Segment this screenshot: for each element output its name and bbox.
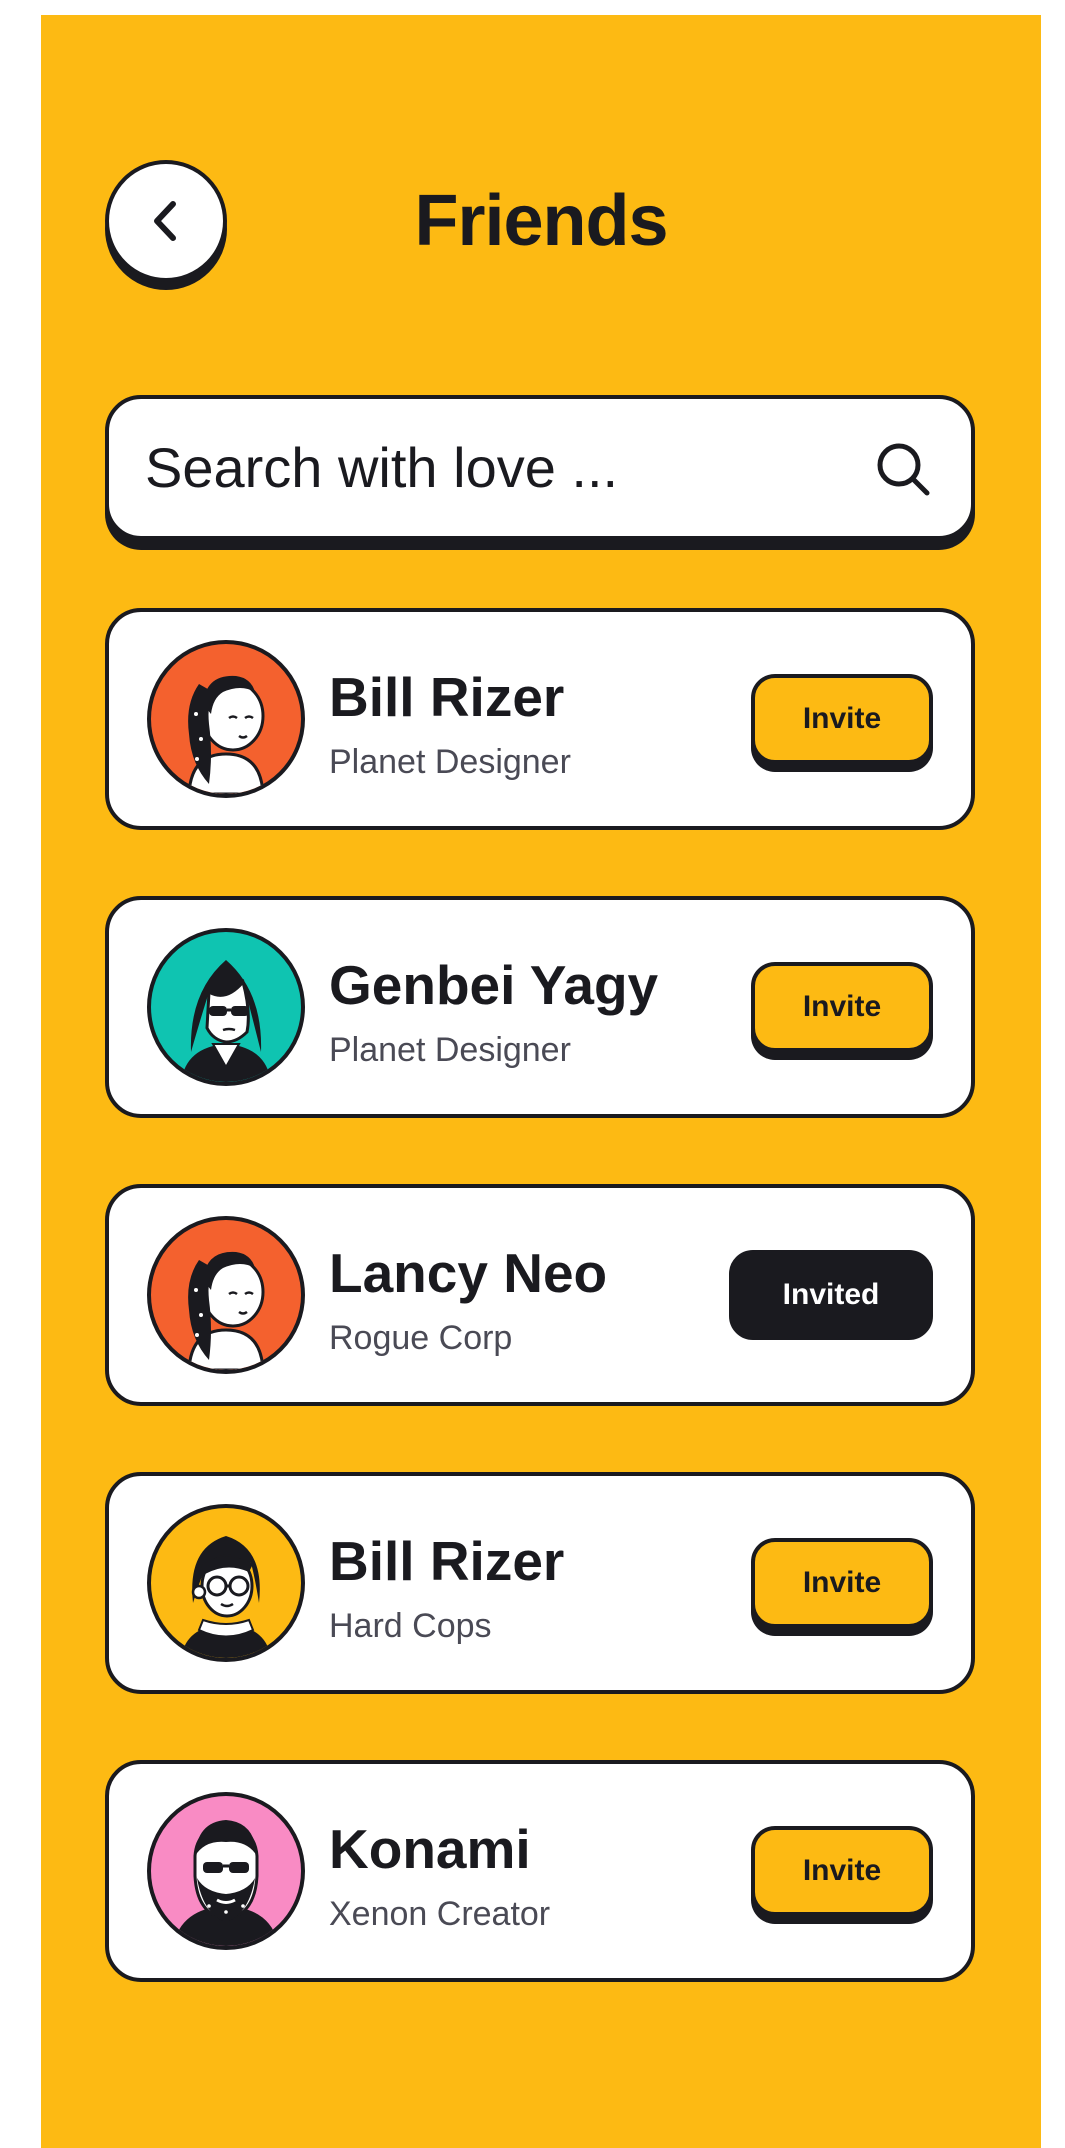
woman-sunglasses-avatar xyxy=(147,928,305,1086)
invite-button[interactable]: Invite xyxy=(751,1538,933,1628)
friend-name: Genbei Yagy xyxy=(329,954,659,1016)
friend-name: Konami xyxy=(329,1818,531,1880)
page-title: Friends xyxy=(414,181,668,261)
friend-card: Lancy Neo Rogue Corp Invited xyxy=(105,1184,975,1406)
friend-role: Xenon Creator xyxy=(329,1895,551,1933)
woman-ponytail-avatar xyxy=(147,1216,305,1374)
search-input[interactable] xyxy=(145,399,845,536)
friend-role: Planet Designer xyxy=(329,1031,571,1069)
friend-role: Hard Cops xyxy=(329,1607,492,1645)
friends-screen: Friends Bill Rizer Planet Designer Invit… xyxy=(41,15,1041,2148)
friend-card: Konami Xenon Creator Invite xyxy=(105,1760,975,1982)
woman-ponytail-avatar xyxy=(147,640,305,798)
invited-button[interactable]: Invited xyxy=(729,1250,933,1340)
woman-glasses-avatar xyxy=(147,1504,305,1662)
friend-card: Genbei Yagy Planet Designer Invite xyxy=(105,896,975,1118)
friend-card: Bill Rizer Hard Cops Invite xyxy=(105,1472,975,1694)
invite-button[interactable]: Invite xyxy=(751,674,933,764)
friend-role: Rogue Corp xyxy=(329,1319,513,1357)
man-beard-avatar xyxy=(147,1792,305,1950)
friend-name: Bill Rizer xyxy=(329,666,565,728)
friend-name: Bill Rizer xyxy=(329,1530,565,1592)
friend-role: Planet Designer xyxy=(329,743,571,781)
friend-name: Lancy Neo xyxy=(329,1242,608,1304)
search-icon[interactable] xyxy=(875,441,931,497)
search-bar xyxy=(105,395,975,540)
invite-button[interactable]: Invite xyxy=(751,962,933,1052)
invite-button[interactable]: Invite xyxy=(751,1826,933,1916)
friend-card: Bill Rizer Planet Designer Invite xyxy=(105,608,975,830)
